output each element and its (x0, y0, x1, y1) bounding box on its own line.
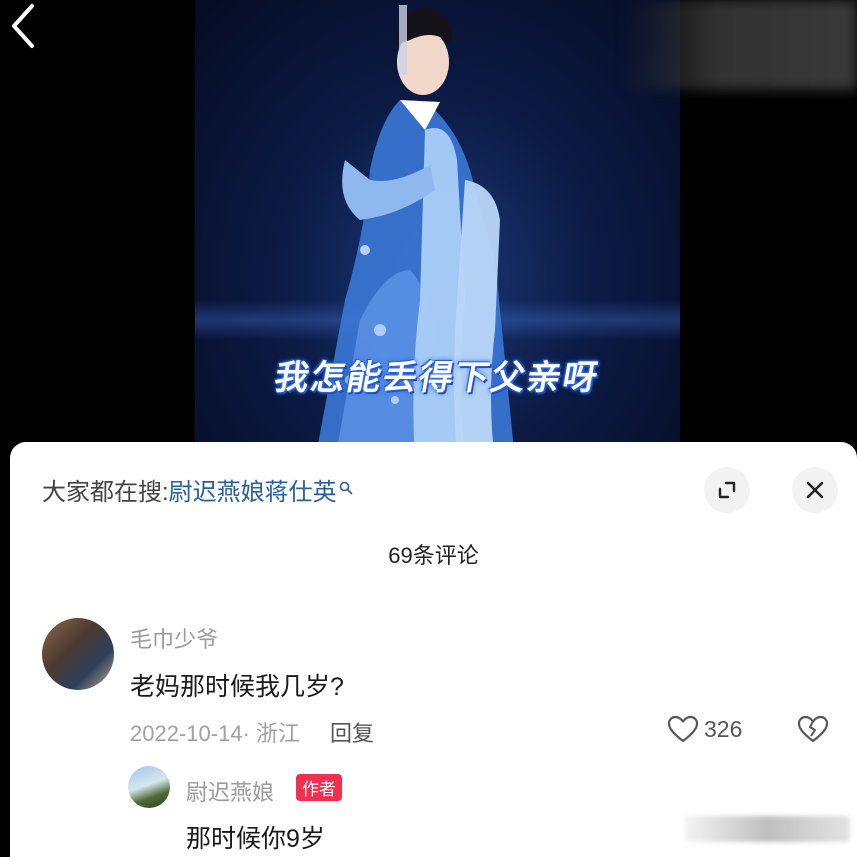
reply-username[interactable]: 尉迟燕娘 (186, 775, 274, 807)
video-frame: 我怎能丢得下父亲呀 (195, 0, 680, 460)
chevron-left-icon (12, 4, 34, 48)
comment-date-location: 2022-10-14· 浙江 (130, 721, 300, 746)
heart-icon (667, 715, 699, 743)
close-icon (806, 481, 824, 499)
trending-search-label: 大家都在搜: (42, 479, 169, 506)
video-subtitle: 我怎能丢得下父亲呀 (271, 358, 603, 398)
comment-meta: 2022-10-14· 浙江 回复 (130, 716, 374, 748)
comments-sheet: 大家都在搜:尉迟燕娘蒋仕英 69条评论 毛巾少爷 老妈那时候我几岁? 2022-… (10, 442, 857, 857)
reply-avatar[interactable] (128, 766, 170, 808)
expand-icon (718, 481, 736, 499)
search-icon[interactable] (339, 474, 353, 502)
comment-text: 老妈那时候我几岁? (130, 673, 344, 701)
blurred-overlay (622, 0, 857, 90)
comment-count: 69条评论 (388, 543, 479, 568)
watermark (685, 816, 850, 842)
author-badge: 作者 (296, 774, 342, 801)
dislike-button[interactable] (796, 714, 830, 748)
comment-username[interactable]: 毛巾少爷 (130, 622, 218, 654)
trending-search-term[interactable]: 尉迟燕娘蒋仕英 (169, 479, 337, 506)
like-count: 326 (704, 715, 743, 742)
video-player[interactable]: 我怎能丢得下父亲呀 (0, 0, 857, 460)
reply-button[interactable]: 回复 (330, 721, 374, 746)
expand-button[interactable] (704, 467, 750, 513)
reply-text: 那时候你9岁 (186, 825, 325, 853)
back-button[interactable] (4, 2, 44, 50)
trending-search[interactable]: 大家都在搜:尉迟燕娘蒋仕英 (42, 472, 353, 507)
avatar[interactable] (42, 618, 114, 690)
like-button[interactable]: 326 (666, 714, 742, 744)
close-button[interactable] (792, 467, 838, 513)
broken-heart-icon (797, 715, 829, 743)
